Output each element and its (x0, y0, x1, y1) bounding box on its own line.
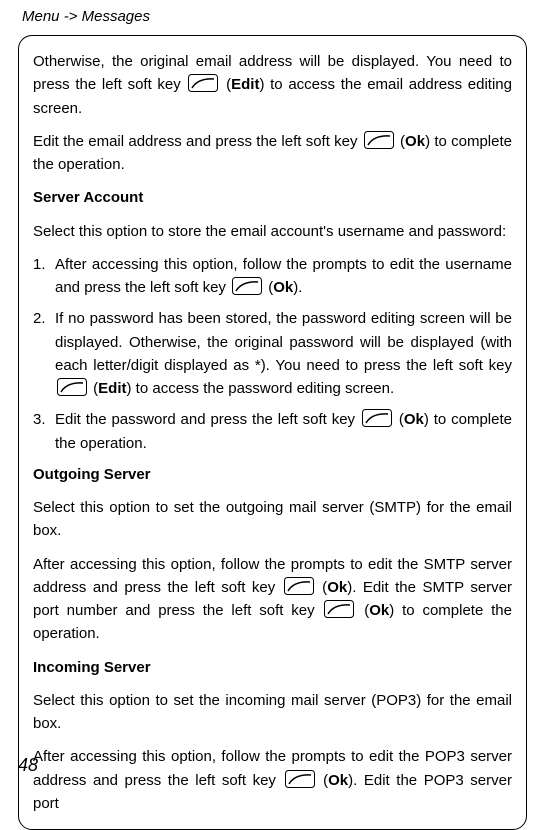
label-ok: Ok (405, 133, 425, 150)
label-ok: Ok (273, 279, 293, 296)
text: If no password has been stored, the pass… (55, 310, 512, 374)
left-softkey-icon (362, 409, 392, 427)
heading-server-account: Server Account (33, 186, 512, 209)
text: ( (394, 411, 404, 428)
list-item: 3. Edit the password and press the left … (33, 408, 512, 455)
text: ( (356, 602, 369, 619)
text: ( (317, 772, 329, 789)
text: ( (220, 76, 231, 93)
list-number: 1. (33, 253, 46, 276)
text: ). (293, 279, 302, 296)
label-ok: Ok (369, 602, 389, 619)
text: Edit the email address and press the lef… (33, 133, 362, 150)
page-number: 48 (18, 755, 38, 776)
heading-outgoing-server: Outgoing Server (33, 463, 512, 486)
list-number: 2. (33, 307, 46, 330)
left-softkey-icon (232, 277, 262, 295)
server-account-steps: 1. After accessing this option, follow t… (33, 253, 512, 455)
paragraph-server-account: Select this option to store the email ac… (33, 220, 512, 243)
label-ok: Ok (328, 772, 348, 789)
left-softkey-icon (188, 74, 218, 92)
paragraph-edit-email: Edit the email address and press the lef… (33, 130, 512, 177)
text: ( (316, 579, 327, 596)
text: ) to access the password editing screen. (127, 380, 395, 397)
left-softkey-icon (324, 600, 354, 618)
left-softkey-icon (57, 378, 87, 396)
label-edit: Edit (231, 76, 259, 93)
text: ( (264, 279, 273, 296)
paragraph-email-display: Otherwise, the original email address wi… (33, 50, 512, 120)
paragraph-incoming-steps: After accessing this option, follow the … (33, 745, 512, 815)
list-item: 1. After accessing this option, follow t… (33, 253, 512, 300)
text: Edit the password and press the left sof… (55, 411, 360, 428)
breadcrumb: Menu -> Messages (22, 8, 527, 25)
left-softkey-icon (364, 131, 394, 149)
left-softkey-icon (285, 770, 315, 788)
paragraph-outgoing-steps: After accessing this option, follow the … (33, 553, 512, 646)
list-item: 2. If no password has been stored, the p… (33, 307, 512, 400)
list-number: 3. (33, 408, 46, 431)
heading-incoming-server: Incoming Server (33, 656, 512, 679)
label-ok: Ok (327, 579, 347, 596)
label-ok: Ok (404, 411, 424, 428)
content-box: Otherwise, the original email address wi… (18, 35, 527, 830)
paragraph-outgoing-intro: Select this option to set the outgoing m… (33, 496, 512, 543)
label-edit: Edit (98, 380, 126, 397)
left-softkey-icon (284, 577, 314, 595)
paragraph-incoming-intro: Select this option to set the incoming m… (33, 689, 512, 736)
text: ( (396, 133, 405, 150)
text: ( (89, 380, 98, 397)
